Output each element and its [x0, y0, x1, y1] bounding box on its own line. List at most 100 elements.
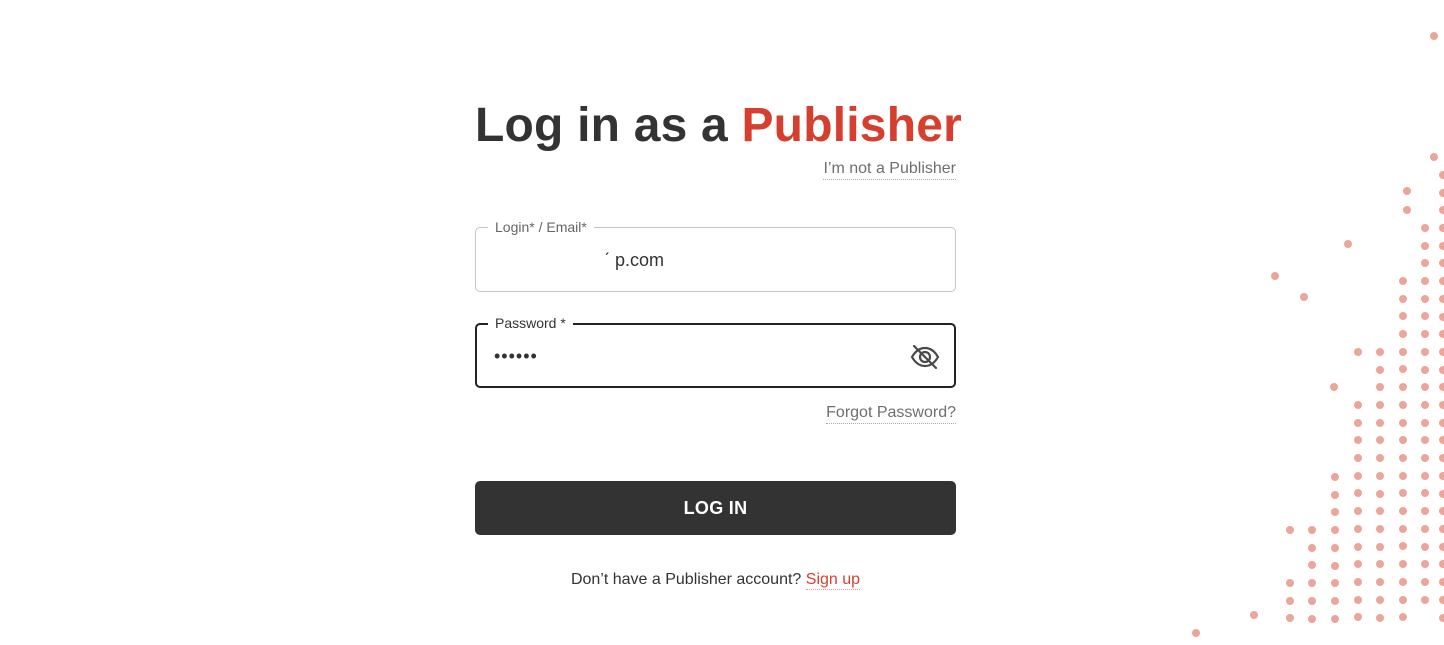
- decorative-dot: [1399, 419, 1407, 427]
- decorative-dot: [1399, 578, 1407, 586]
- decorative-dot: [1331, 597, 1339, 605]
- decorative-dot: [1376, 383, 1384, 391]
- decorative-dot: [1376, 507, 1384, 515]
- decorative-dot: [1439, 490, 1444, 498]
- decorative-dot: [1439, 295, 1444, 303]
- decorative-dot: [1439, 560, 1444, 568]
- decorative-dot: [1354, 489, 1362, 497]
- decorative-dot: [1421, 242, 1429, 250]
- decorative-dot: [1399, 365, 1407, 373]
- decorative-dot: [1354, 472, 1362, 480]
- decorative-dot: [1376, 419, 1384, 427]
- decorative-dot: [1421, 295, 1429, 303]
- decorative-dot: [1439, 507, 1444, 515]
- decorative-dot: [1439, 259, 1444, 267]
- decorative-dot: [1376, 543, 1384, 551]
- decorative-dot: [1376, 454, 1384, 462]
- decorative-dot: [1421, 560, 1429, 568]
- password-field[interactable]: Password *: [475, 313, 956, 388]
- decorative-dot: [1439, 171, 1444, 179]
- decorative-dot: [1421, 383, 1429, 391]
- decorative-dot: [1399, 613, 1407, 621]
- decorative-dot: [1344, 240, 1352, 248]
- decorative-dot: [1439, 614, 1444, 622]
- decorative-dot: [1439, 189, 1444, 197]
- decorative-dot: [1399, 436, 1407, 444]
- decorative-dot: [1354, 596, 1362, 604]
- decorative-dot: [1192, 629, 1200, 637]
- decorative-dot: [1399, 507, 1407, 515]
- decorative-dot: [1399, 312, 1407, 320]
- decorative-dot: [1439, 277, 1444, 285]
- decorative-dot: [1399, 472, 1407, 480]
- decorative-dot: [1376, 560, 1384, 568]
- decorative-dot: [1376, 614, 1384, 622]
- decorative-dot: [1439, 224, 1444, 232]
- decorative-dot: [1439, 366, 1444, 374]
- signup-link[interactable]: Sign up: [805, 571, 861, 590]
- decorative-dot: [1421, 277, 1429, 285]
- page-title: Log in as a Publisher: [475, 98, 962, 153]
- decorative-dot: [1399, 330, 1407, 338]
- decorative-dot: [1439, 525, 1444, 533]
- decorative-dot: [1300, 293, 1308, 301]
- decorative-dot: [1399, 560, 1407, 568]
- password-input[interactable]: [494, 342, 894, 370]
- decorative-dot: [1354, 507, 1362, 515]
- not-publisher-link[interactable]: I’m not a Publisher: [823, 160, 956, 180]
- decorative-dot: [1399, 401, 1407, 409]
- decorative-dot: [1421, 543, 1429, 551]
- decorative-dot: [1376, 401, 1384, 409]
- decorative-dot: [1439, 596, 1444, 604]
- decorative-dot: [1421, 312, 1429, 320]
- decorative-dot: [1286, 526, 1294, 534]
- decorative-dot: [1421, 401, 1429, 409]
- decorative-dot: [1331, 526, 1339, 534]
- decorative-dot: [1439, 472, 1444, 480]
- decorative-dot: [1421, 348, 1429, 356]
- decorative-dot: [1376, 596, 1384, 604]
- decorative-dot: [1308, 544, 1316, 552]
- decorative-dot: [1354, 419, 1362, 427]
- forgot-password-link[interactable]: Forgot Password?: [826, 404, 956, 424]
- decorative-dot: [1439, 206, 1444, 214]
- eye-slash-icon[interactable]: [910, 342, 940, 372]
- decorative-dot: [1421, 366, 1429, 374]
- decorative-dot: [1439, 348, 1444, 356]
- email-input[interactable]: [494, 246, 895, 274]
- decorative-dot: [1439, 242, 1444, 250]
- decorative-dot: [1399, 348, 1407, 356]
- decorative-dot: [1286, 614, 1294, 622]
- decorative-dot: [1308, 579, 1316, 587]
- decorative-dot: [1376, 578, 1384, 586]
- decorative-dot: [1354, 454, 1362, 462]
- page-title-accent: Publisher: [741, 99, 962, 152]
- decorative-dot: [1421, 472, 1429, 480]
- decorative-dot: [1331, 615, 1339, 623]
- login-page: Log in as a Publisher I’m not a Publishe…: [0, 0, 1444, 645]
- decorative-dot: [1376, 436, 1384, 444]
- decorative-dot: [1421, 330, 1429, 338]
- decorative-dot: [1403, 187, 1411, 195]
- decorative-dot: [1421, 596, 1429, 604]
- page-title-prefix: Log in as a: [475, 99, 728, 152]
- decorative-dot: [1399, 383, 1407, 391]
- decorative-dot: [1330, 383, 1338, 391]
- decorative-dot: [1354, 348, 1362, 356]
- decorative-dot: [1354, 560, 1362, 568]
- login-button[interactable]: LOG IN: [475, 481, 956, 535]
- signup-row: Don’t have a Publisher account? Sign up: [475, 571, 956, 590]
- decorative-dot: [1331, 473, 1339, 481]
- decorative-dot: [1354, 525, 1362, 533]
- decorative-dot: [1376, 348, 1384, 356]
- decorative-dot: [1399, 525, 1407, 533]
- decorative-dot: [1430, 153, 1438, 161]
- decorative-dot: [1399, 489, 1407, 497]
- decorative-dot: [1421, 224, 1429, 232]
- decorative-dot: [1421, 454, 1429, 462]
- decorative-dot: [1439, 454, 1444, 462]
- email-field[interactable]: Login* / Email*: [475, 217, 956, 292]
- email-field-label: Login* / Email*: [488, 217, 594, 237]
- signup-prompt: Don’t have a Publisher account?: [570, 571, 802, 588]
- decorative-dot: [1308, 526, 1316, 534]
